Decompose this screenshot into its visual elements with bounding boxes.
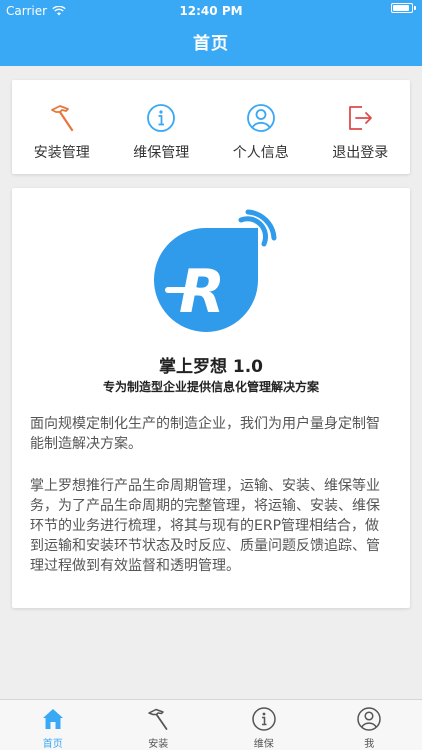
app-logo: R: [154, 209, 277, 332]
menu-label: 退出登录: [332, 145, 389, 161]
logout-icon: [349, 106, 373, 130]
nav-bar: 首页: [0, 22, 422, 66]
battery-group: [391, 3, 416, 13]
menu-install-management[interactable]: 安装管理: [12, 80, 112, 174]
battery-level: [393, 5, 410, 11]
battery-icon: [391, 3, 413, 13]
menu-label: 个人信息: [232, 145, 289, 161]
menu-maintenance-management[interactable]: 维保管理: [112, 80, 212, 174]
menu-logout[interactable]: 退出登录: [311, 80, 411, 174]
tab-label: 安装: [148, 739, 169, 750]
tab-install[interactable]: 安装: [106, 700, 212, 750]
tab-home[interactable]: 首页: [0, 700, 106, 750]
menu-label: 安装管理: [33, 145, 90, 161]
tab-maintenance[interactable]: 维保: [211, 700, 317, 750]
tab-me[interactable]: 我: [317, 700, 422, 750]
description-paragraph: 掌上罗想推行产品生命周期管理，运输、安装、维保等业务，为了产品生命周期的完整管理…: [30, 478, 380, 574]
tab-label: 首页: [42, 739, 63, 750]
quick-menu: 安装管理 维保管理 个人信息 退出登录: [12, 80, 410, 174]
hammer-icon: [148, 708, 168, 730]
home-icon: [42, 709, 63, 729]
tab-label: 我: [364, 739, 375, 750]
status-time: 12:40 PM: [179, 4, 243, 18]
tab-label: 维保: [253, 739, 274, 750]
app-info-card: R 掌上罗想 1.0 专为制造型企业提供信息化管理解决方案 面向规模定制化生产的…: [12, 188, 410, 608]
tab-bar: 首页 安装 维保 我: [0, 699, 422, 750]
page-title: 首页: [193, 34, 229, 54]
battery-tip: [414, 6, 416, 10]
menu-label: 维保管理: [133, 145, 190, 161]
app-subtitle: 专为制造型企业提供信息化管理解决方案: [102, 380, 319, 394]
hammer-icon: [50, 105, 73, 132]
menu-personal-info[interactable]: 个人信息: [211, 80, 311, 174]
app-title: 掌上罗想 1.0: [158, 357, 264, 377]
status-bar: Carrier 12:40 PM: [0, 0, 422, 22]
user-icon: [246, 104, 275, 132]
user-icon: [357, 707, 381, 731]
info-icon: [147, 104, 176, 132]
info-icon: [252, 707, 276, 731]
intro-paragraph: 面向规模定制化生产的制造企业，我们为用户量身定制智能制造解决方案。: [30, 416, 380, 452]
